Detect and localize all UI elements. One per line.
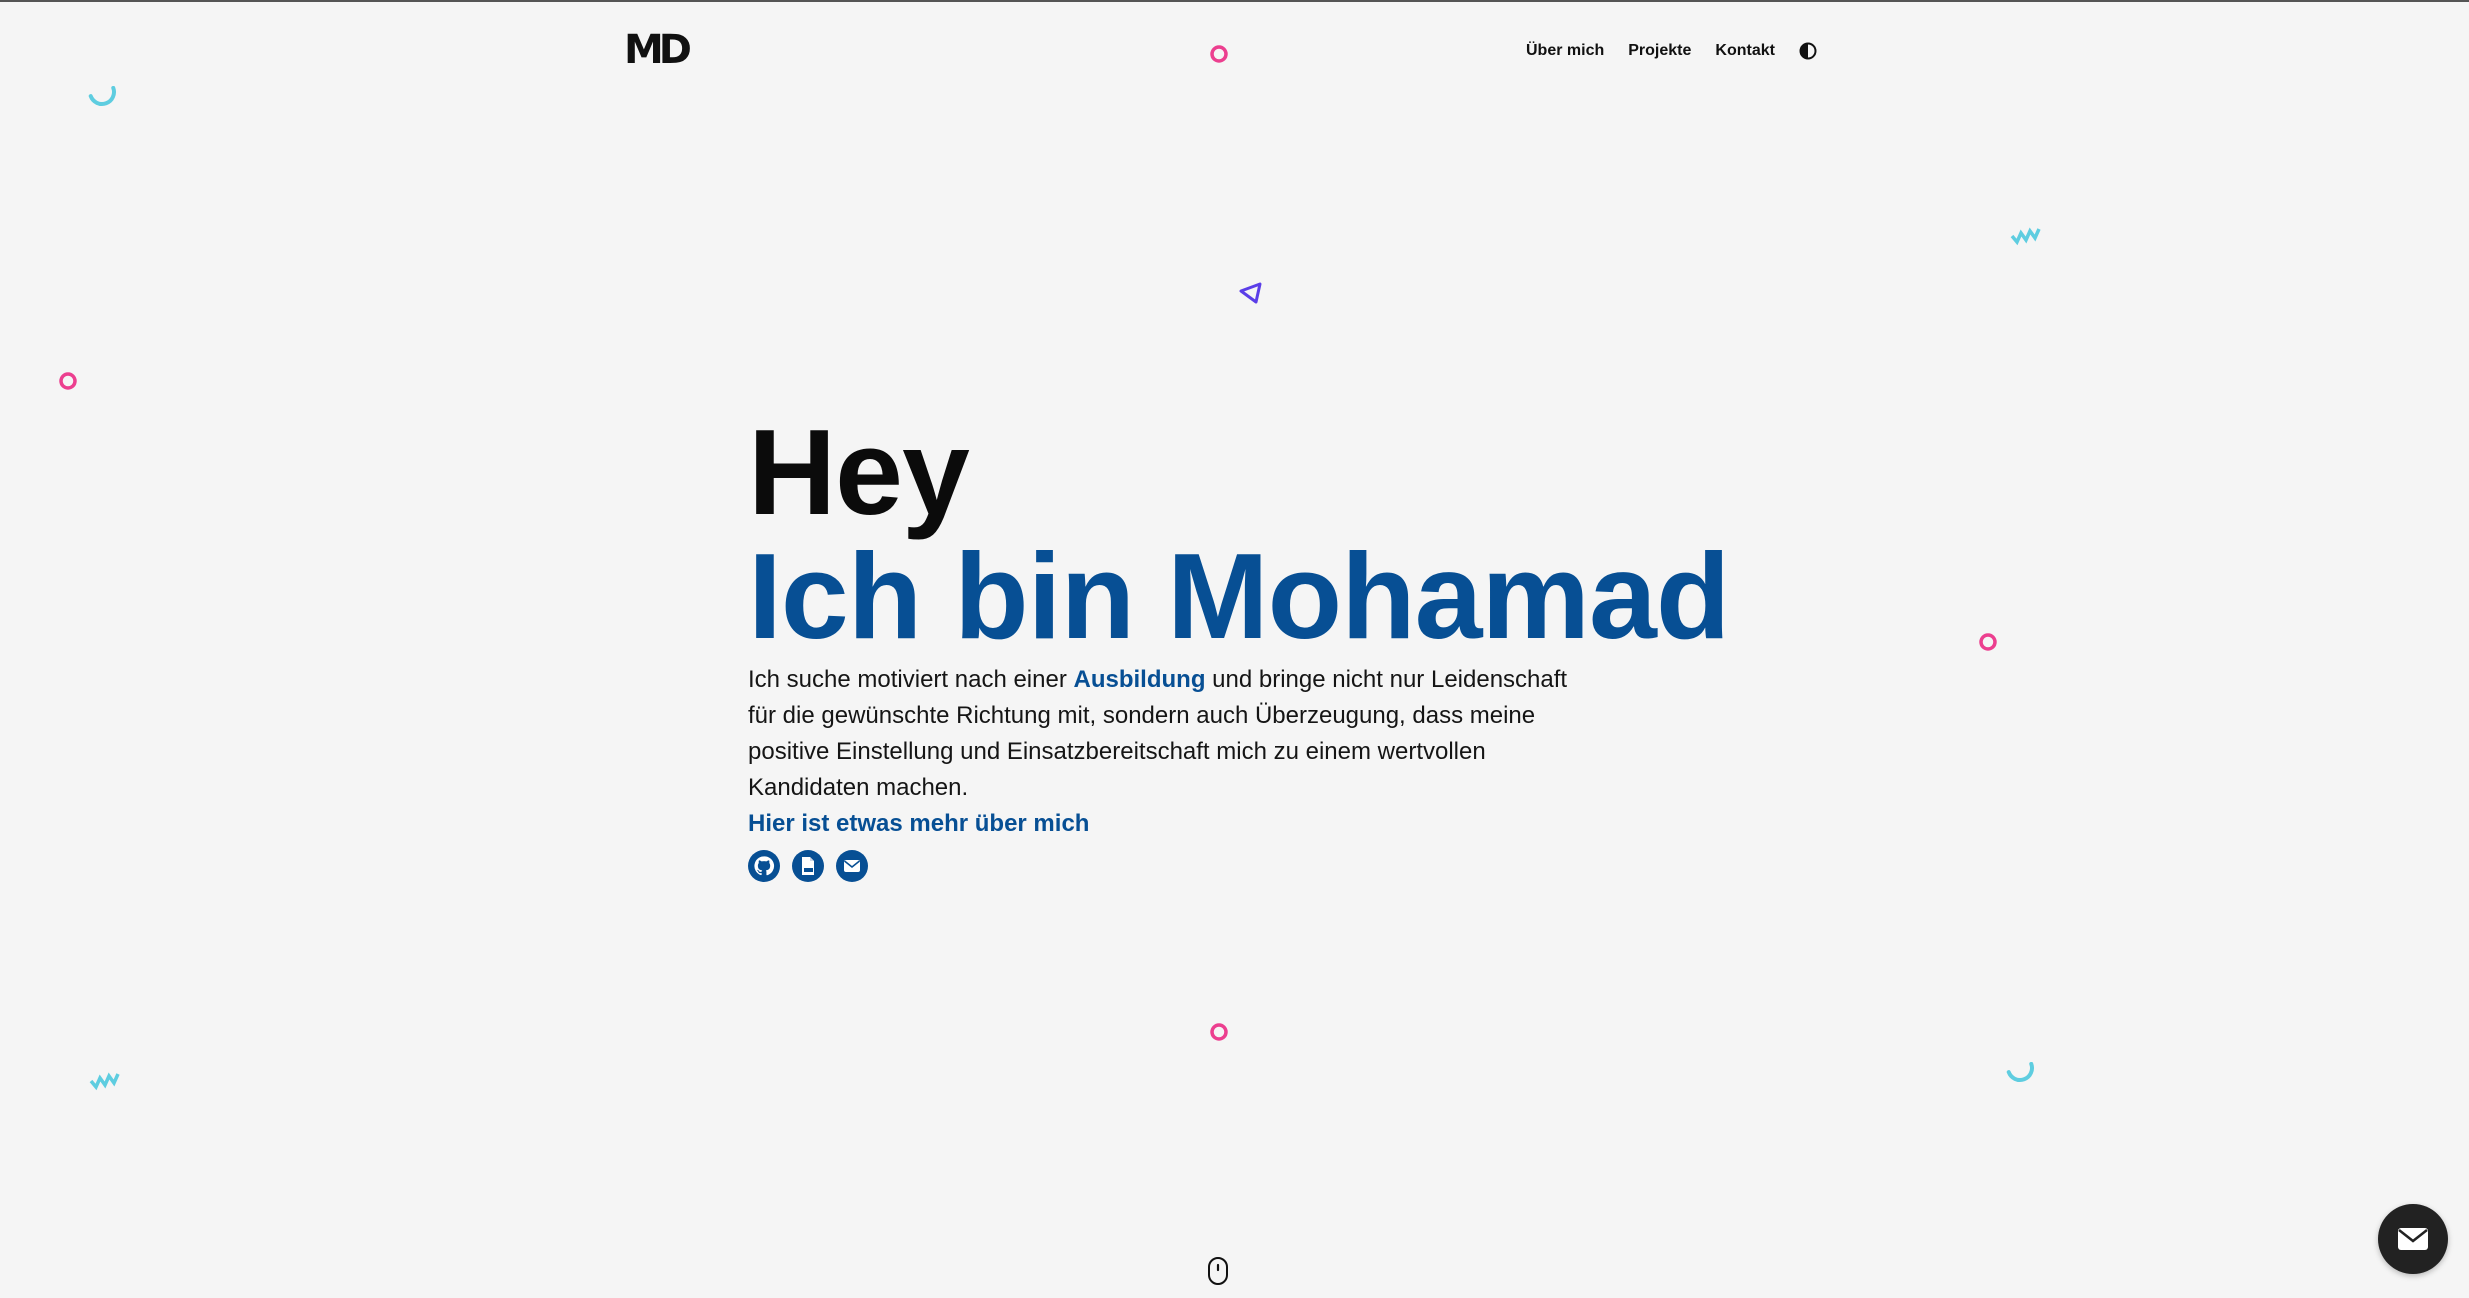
zigzag-decoration bbox=[89, 1072, 120, 1091]
logo[interactable]: MD bbox=[624, 30, 692, 70]
intro-highlight: Ausbildung bbox=[1073, 666, 1206, 693]
envelope-icon bbox=[2398, 1228, 2428, 1250]
name-heading: Ich bin Mohamad bbox=[748, 528, 1730, 664]
ring-decoration bbox=[1210, 45, 1228, 63]
arc-decoration bbox=[88, 86, 116, 106]
contact-fab-button[interactable] bbox=[2378, 1204, 2448, 1274]
greeting-heading: Hey bbox=[748, 404, 970, 540]
ring-decoration bbox=[59, 372, 77, 390]
intro-text-start: Ich suche motiviert nach einer bbox=[748, 666, 1074, 693]
contrast-icon[interactable] bbox=[1799, 42, 1817, 60]
main-nav: Über mich Projekte Kontakt bbox=[1526, 39, 1817, 63]
social-links bbox=[748, 850, 1748, 882]
more-about-me-link[interactable]: Hier ist etwas mehr über mich bbox=[748, 806, 1089, 842]
top-border bbox=[0, 0, 2469, 2]
nav-link-kontakt[interactable]: Kontakt bbox=[1715, 39, 1775, 63]
triangle-decoration bbox=[1239, 282, 1262, 304]
hero-section: Hey Ich bin Mohamad Ich suche motiviert … bbox=[748, 410, 1748, 882]
arc-decoration bbox=[2006, 1062, 2034, 1082]
github-icon[interactable] bbox=[748, 850, 780, 882]
nav-link-ueber-mich[interactable]: Über mich bbox=[1526, 39, 1604, 63]
ring-decoration bbox=[1979, 633, 1997, 651]
mouse-scroll-icon[interactable] bbox=[1207, 1256, 1229, 1286]
zigzag-decoration bbox=[2010, 227, 2041, 246]
pdf-file-icon[interactable] bbox=[792, 850, 824, 882]
intro-text: Ich suche motiviert nach einer Ausbildun… bbox=[748, 662, 1568, 806]
nav-link-projekte[interactable]: Projekte bbox=[1628, 39, 1691, 63]
mail-icon[interactable] bbox=[836, 850, 868, 882]
ring-decoration bbox=[1210, 1023, 1228, 1041]
